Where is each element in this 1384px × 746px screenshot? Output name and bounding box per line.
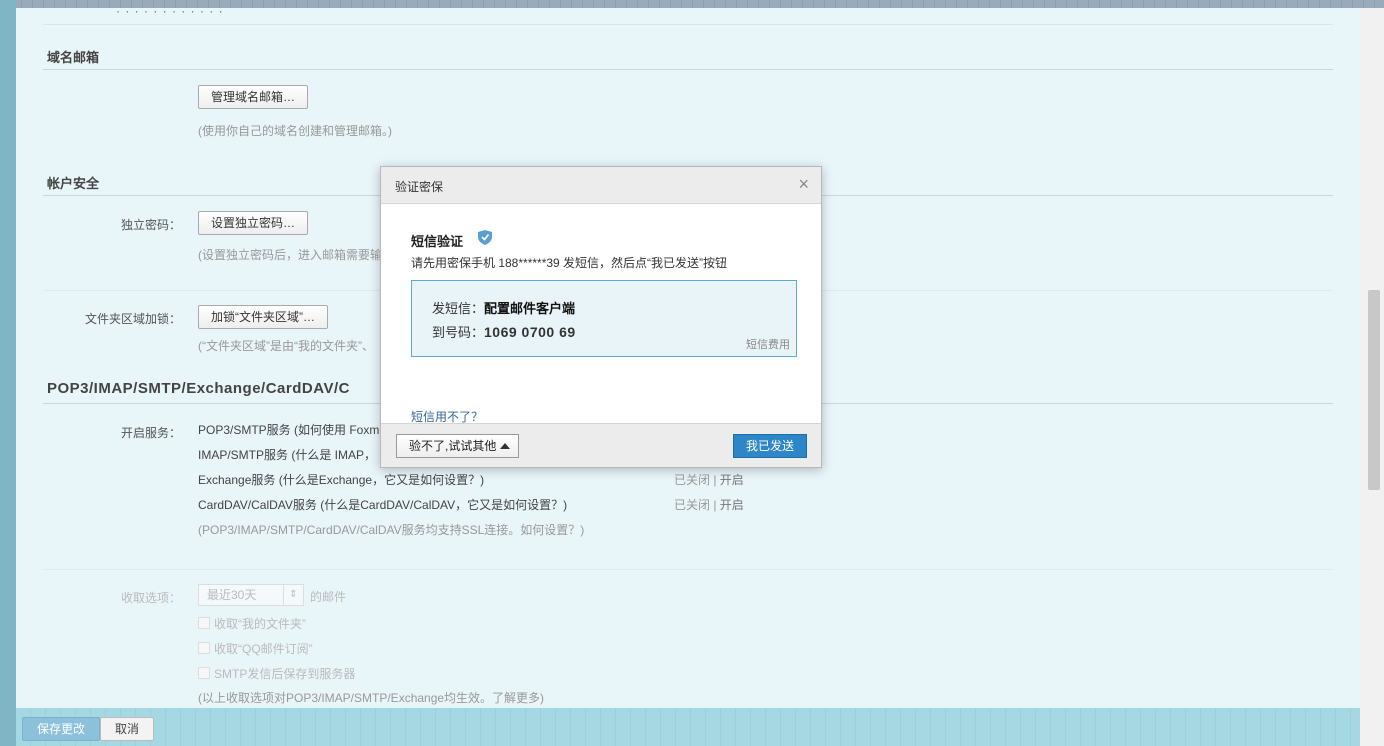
- receive-my-folders-checkbox[interactable]: [198, 617, 210, 629]
- save-changes-button[interactable]: 保存更改: [22, 717, 101, 741]
- top-toolbar-strip: [0, 0, 1384, 8]
- receive-my-folders-label: 收取“我的文件夹”: [214, 617, 306, 631]
- sms-verify-heading: 短信验证: [411, 234, 464, 249]
- receive-range-value: 最近30天: [207, 588, 257, 602]
- exchange-status: 已关闭 | 开启: [674, 471, 744, 488]
- carddav-status: 已关闭 | 开启: [674, 496, 744, 513]
- service-pop3-smtp[interactable]: POP3/SMTP服务 (如何使用 Foxm: [198, 421, 379, 438]
- try-other-label: 验不了,试试其他: [409, 439, 497, 453]
- scrollbar-thumb[interactable]: [1368, 290, 1380, 490]
- folder-lock-hint: (“文件夹区域”是由“我的文件夹”、: [198, 339, 374, 353]
- carddav-enable-link[interactable]: 开启: [720, 498, 744, 512]
- service-imap-smtp[interactable]: IMAP/SMTP服务 (什么是 IMAP，: [198, 446, 376, 463]
- section-title-domain-mail: 域名邮箱: [47, 50, 100, 65]
- receive-range-select[interactable]: 最近30天 ⇕: [198, 584, 304, 606]
- sms-info-box: 发短信：配置邮件客户端 到号码：1069 0700 69 短信费用: [411, 280, 797, 357]
- dialog-footer: 验不了,试试其他 我已发送: [381, 423, 821, 467]
- sms-to-row: 到号码：1069 0700 69: [432, 322, 576, 341]
- footer-bar: 保存更改 取消: [16, 708, 1360, 746]
- standalone-password-label: 独立密码：: [120, 218, 181, 232]
- smtp-save-sent-label: SMTP发信后保存到服务器: [214, 667, 356, 681]
- domain-mail-hint: (使用你自己的域名创建和管理邮箱。): [198, 124, 392, 138]
- section-divider: [43, 69, 1333, 70]
- service-carddav-caldav[interactable]: CardDAV/CalDAV服务 (什么是CardDAV/CalDAV，它又是如…: [198, 496, 567, 513]
- folder-lock-label: 文件夹区域加锁：: [84, 312, 181, 326]
- section-title-protocols: POP3/IMAP/SMTP/Exchange/CardDAV/C: [47, 380, 350, 397]
- set-standalone-password-button[interactable]: 设置独立密码…: [198, 211, 309, 235]
- verify-security-dialog: 验证密保 × 短信验证 请先用密保手机 188******39 发短信，然后点“…: [380, 166, 822, 468]
- cancel-button[interactable]: 取消: [100, 717, 155, 741]
- divider: [43, 24, 1333, 25]
- receive-qq-subscription-checkbox[interactable]: [198, 642, 210, 654]
- try-other-method-button[interactable]: 验不了,试试其他: [396, 434, 520, 458]
- triangle-up-icon: [500, 443, 511, 449]
- left-rail: [0, 0, 16, 746]
- standalone-password-hint: (设置独立密码后，进入邮箱需要输: [198, 248, 382, 262]
- exchange-enable-link[interactable]: 开启: [720, 473, 744, 487]
- service-exchange[interactable]: Exchange服务 (什么是Exchange，它又是如何设置？): [198, 471, 484, 488]
- sms-content-value: 配置邮件客户端: [484, 301, 576, 316]
- receive-range-suffix: 的邮件: [310, 590, 347, 604]
- section-title-account-security: 帐户安全: [47, 176, 100, 191]
- close-icon[interactable]: ×: [798, 175, 809, 193]
- dialog-title: 验证密保: [395, 180, 444, 194]
- vertical-scrollbar[interactable]: [1360, 8, 1384, 746]
- sms-instruction: 请先用密保手机 188******39 发短信，然后点“我已发送”按钮: [411, 256, 728, 270]
- receive-options-hint: (以上收取选项对POP3/IMAP/SMTP/Exchange均生效。了解更多): [198, 691, 545, 705]
- select-arrows-icon: ⇕: [283, 585, 303, 605]
- lock-folder-area-button[interactable]: 加锁“文件夹区域”…: [198, 305, 328, 329]
- sms-to-number: 1069 0700 69: [484, 324, 576, 340]
- dialog-header: 验证密保 ×: [381, 167, 821, 204]
- already-sent-button[interactable]: 我已发送: [732, 434, 807, 458]
- sms-fee-link[interactable]: 短信费用: [746, 336, 790, 352]
- enable-services-label: 开启服务：: [120, 426, 181, 440]
- exchange-status-text: 已关闭 |: [674, 473, 717, 487]
- shield-icon: [478, 230, 492, 245]
- sms-content-label: 发短信：: [432, 301, 485, 316]
- row-divider: [43, 569, 1333, 570]
- receive-options-label: 收取选项：: [120, 591, 181, 605]
- ssl-hint[interactable]: (POP3/IMAP/SMTP/CardDAV/CalDAV服务均支持SSL连接…: [198, 521, 584, 538]
- smtp-save-sent-checkbox[interactable]: [198, 667, 210, 679]
- cut-off-row-text: · · · · · · · · · · · ·: [116, 8, 224, 18]
- sms-to-label: 到号码：: [432, 325, 485, 340]
- carddav-status-text: 已关闭 |: [674, 498, 717, 512]
- sms-content-row: 发短信：配置邮件客户端: [432, 298, 575, 317]
- receive-qq-subscription-label: 收取“QQ邮件订阅”: [214, 642, 313, 656]
- manage-domain-mail-button[interactable]: 管理域名邮箱…: [198, 85, 309, 109]
